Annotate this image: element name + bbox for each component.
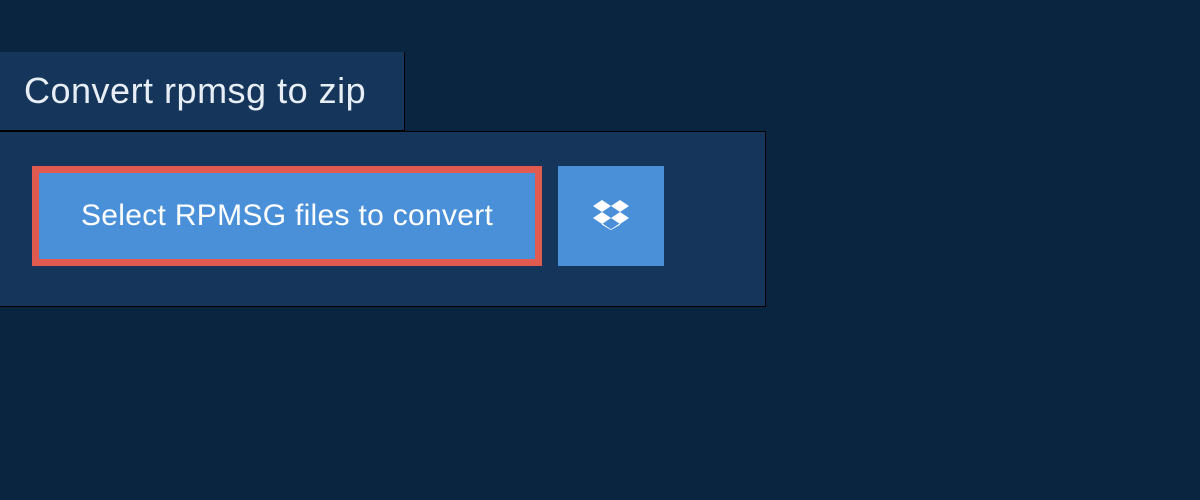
page-title: Convert rpmsg to zip [24,70,366,112]
select-files-button[interactable]: Select RPMSG files to convert [32,166,542,266]
dropbox-button[interactable] [558,166,664,266]
tab-header: Convert rpmsg to zip [0,52,405,131]
dropbox-icon [593,197,629,236]
upload-panel: Select RPMSG files to convert [0,131,766,307]
